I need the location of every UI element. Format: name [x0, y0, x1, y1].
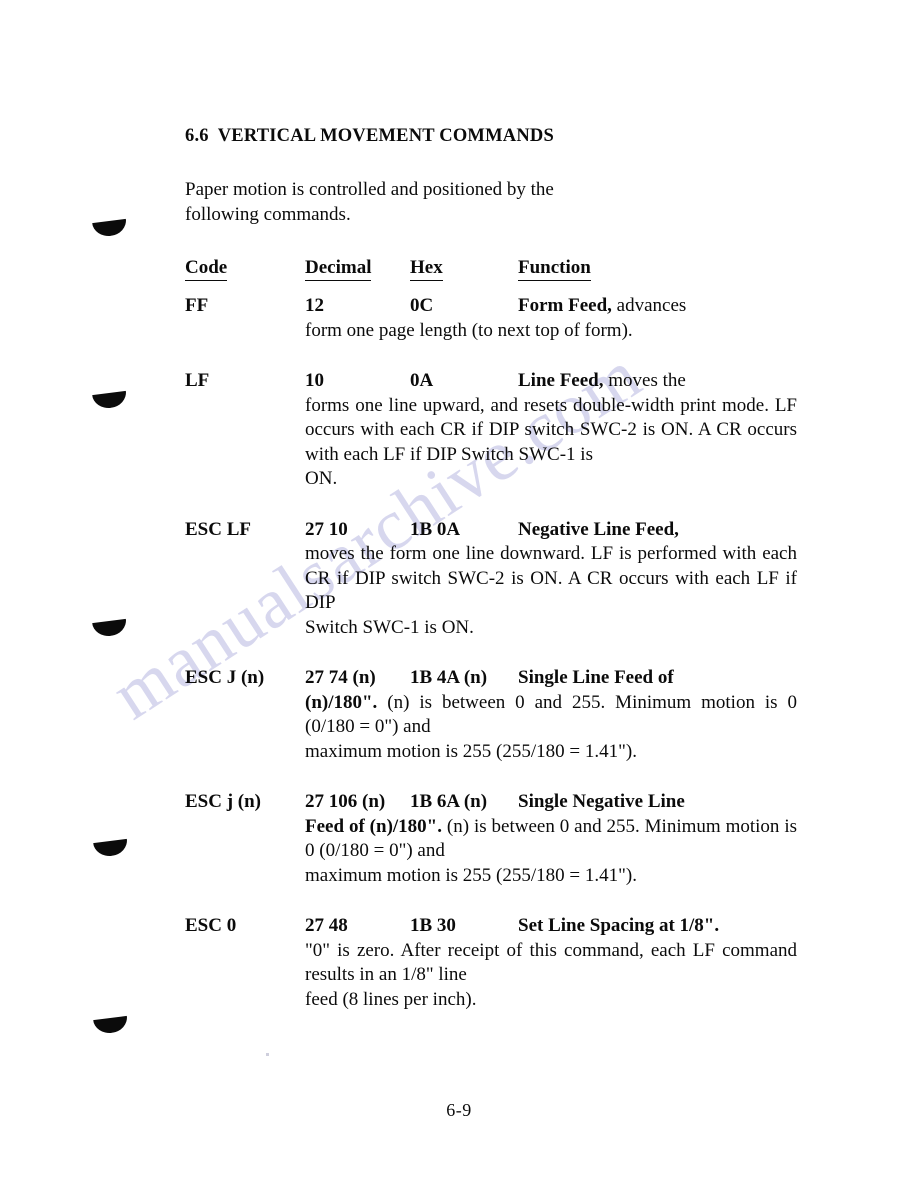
binding-hole-mark: [93, 1018, 127, 1035]
cell-code: LF: [185, 370, 210, 391]
section-number: 6.6: [185, 126, 209, 146]
function-name: Single Line Feed of: [518, 667, 674, 688]
scanned-manual-page: manualsarchive.com 6.6 VERTICAL MOVEMENT …: [0, 0, 918, 1188]
binding-hole-mark: [92, 393, 126, 410]
cell-hex: 1B 6A (n): [410, 791, 488, 812]
continuation-text: moves the form one line downward. LF is …: [305, 543, 797, 613]
cell-code: FF: [185, 295, 209, 316]
cell-decimal: 27 74 (n): [305, 667, 376, 688]
table-row-continuation: Feed of (n)/180". (n) is between 0 and 2…: [185, 815, 797, 889]
continuation-text-last: feed (8 lines per inch).: [305, 988, 477, 1010]
commands-table: Code Decimal Hex Function FF 12 0C Form …: [185, 257, 797, 1012]
continuation-text: "0" is zero. After receipt of this comma…: [305, 939, 797, 986]
continuation-text: form one page length (to next top of for…: [305, 319, 633, 341]
continuation-bold: Feed of (n)/180".: [305, 815, 442, 837]
table-row: ESC 0 27 48 1B 30 Set Line Spacing at 1/…: [185, 914, 797, 939]
cell-decimal: 10: [305, 370, 324, 391]
function-desc: moves the: [603, 370, 686, 391]
function-name: Line Feed,: [518, 370, 604, 391]
cell-decimal: 27 106 (n): [305, 791, 386, 812]
cell-function: Single Negative Line: [518, 790, 797, 815]
cell-code: ESC J (n): [185, 667, 265, 688]
cell-function: Form Feed, advances: [518, 294, 797, 319]
cell-decimal: 12: [305, 295, 324, 316]
table-row-continuation: forms one line upward, and resets double…: [185, 394, 797, 492]
cell-continuation: moves the form one line downward. LF is …: [305, 542, 797, 640]
cell-hex: 0C: [410, 295, 434, 316]
table-row-continuation: moves the form one line downward. LF is …: [185, 542, 797, 640]
cell-continuation: (n)/180". (n) is between 0 and 255. Mini…: [305, 691, 797, 765]
function-name: Form Feed,: [518, 295, 612, 316]
table-row-continuation: form one page length (to next top of for…: [185, 319, 797, 344]
intro-paragraph: Paper motion is controlled and positione…: [185, 147, 797, 227]
continuation-text: forms one line upward, and resets double…: [305, 394, 797, 465]
function-name: Set Line Spacing at 1/8".: [518, 915, 720, 936]
scan-speck: [266, 1053, 269, 1056]
cell-function: Line Feed, moves the: [518, 369, 797, 394]
table-header-row: Code Decimal Hex Function: [185, 257, 797, 294]
header-cell-hex: Hex: [410, 257, 518, 294]
binding-hole-mark: [93, 841, 127, 858]
intro-line-1: Paper motion is controlled and positione…: [185, 179, 554, 200]
cell-code: ESC j (n): [185, 791, 262, 812]
continuation-text-last: maximum motion is 255 (255/180 = 1.41").: [305, 864, 637, 886]
page-title: 6.6 VERTICAL MOVEMENT COMMANDS: [185, 0, 797, 147]
page-number: 6-9: [446, 1100, 472, 1120]
cell-hex: 1B 4A (n): [410, 667, 488, 688]
header-cell-code: Code: [185, 257, 305, 294]
cell-hex: 1B 0A: [410, 518, 461, 540]
cell-decimal: 27 10: [305, 518, 348, 540]
cell-continuation: forms one line upward, and resets double…: [305, 394, 797, 492]
cell-hex: 0A: [410, 370, 434, 391]
continuation-text: (n) is between 0 and 255. Minimum motion…: [305, 691, 797, 738]
binding-hole-mark: [92, 221, 126, 238]
page-content: 6.6 VERTICAL MOVEMENT COMMANDS Paper moti…: [185, 0, 797, 1012]
function-desc: advances: [611, 295, 687, 316]
cell-decimal: 27 48: [305, 915, 348, 936]
cell-function: Set Line Spacing at 1/8".: [518, 914, 797, 939]
table-row: ESC J (n) 27 74 (n) 1B 4A (n) Single Lin…: [185, 666, 797, 691]
cell-function: Negative Line Feed,: [518, 518, 797, 543]
continuation-text-last: Switch SWC-1 is ON.: [305, 616, 474, 638]
function-name: Negative Line Feed,: [518, 518, 679, 540]
cell-code: ESC 0: [185, 915, 237, 936]
cell-continuation: "0" is zero. After receipt of this comma…: [305, 939, 797, 1013]
cell-code: ESC LF: [185, 518, 251, 540]
table-row: ESC LF 27 10 1B 0A Negative Line Feed,: [185, 518, 797, 543]
table-row-continuation: (n)/180". (n) is between 0 and 255. Mini…: [185, 691, 797, 765]
continuation-text-last: maximum motion is 255 (255/180 = 1.41").: [305, 740, 637, 762]
intro-line-2: following commands.: [185, 204, 351, 225]
continuation-text-last: ON.: [305, 468, 338, 489]
header-cell-function: Function: [518, 257, 797, 294]
binding-hole-mark: [92, 621, 126, 638]
table-row: FF 12 0C Form Feed, advances: [185, 294, 797, 319]
continuation-bold: (n)/180".: [305, 691, 378, 713]
table-row-continuation: "0" is zero. After receipt of this comma…: [185, 939, 797, 1013]
cell-hex: 1B 30: [410, 915, 456, 936]
table-row: ESC j (n) 27 106 (n) 1B 6A (n) Single Ne…: [185, 790, 797, 815]
function-name: Single Negative Line: [518, 791, 685, 812]
header-cell-decimal: Decimal: [305, 257, 410, 294]
cell-function: Single Line Feed of: [518, 666, 797, 691]
cell-continuation: Feed of (n)/180". (n) is between 0 and 2…: [305, 815, 797, 889]
section-title-text: VERTICAL MOVEMENT COMMANDS: [217, 126, 554, 146]
table-row: LF 10 0A Line Feed, moves the: [185, 369, 797, 394]
cell-continuation: form one page length (to next top of for…: [305, 319, 797, 344]
